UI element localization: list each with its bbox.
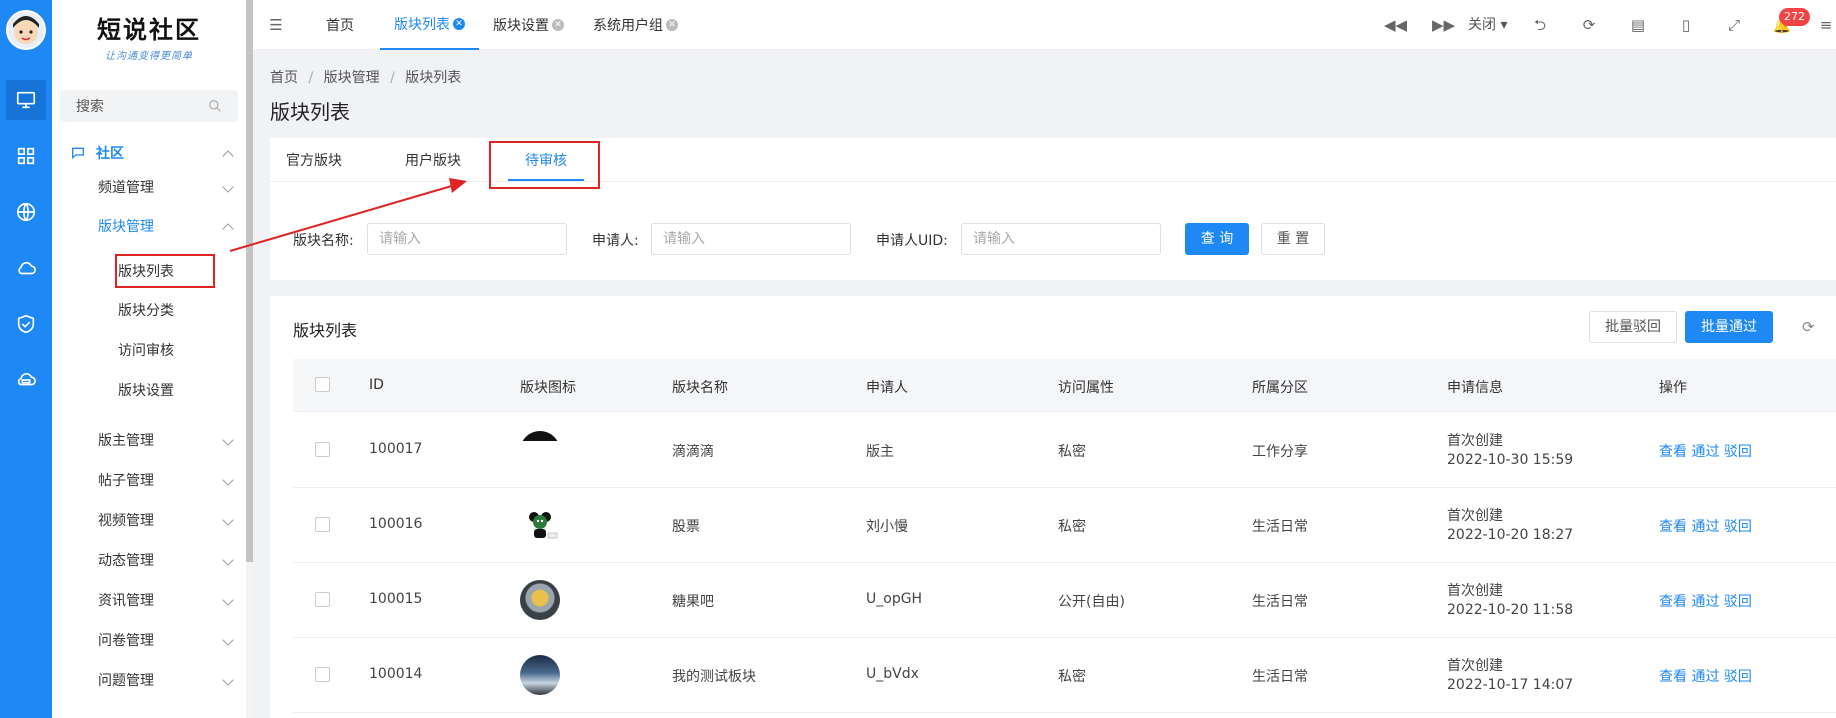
reject-link[interactable]: 驳回	[1724, 444, 1752, 460]
cell-info-label: 首次创建	[1447, 508, 1503, 524]
row-divider	[293, 562, 1836, 563]
cell-id: 100017	[369, 441, 423, 457]
col-id: ID	[369, 377, 384, 393]
view-link[interactable]: 查看	[1659, 594, 1687, 610]
cell-info-time: 2022-10-30 15:59	[1447, 452, 1574, 468]
row-checkbox[interactable]	[315, 517, 330, 532]
cell-name: 股票	[672, 519, 700, 535]
row-divider	[293, 712, 1836, 713]
cell-id: 100016	[369, 516, 423, 532]
cell-access: 私密	[1058, 669, 1086, 685]
cell-id: 100014	[369, 666, 423, 682]
cell-access: 公开(自由)	[1058, 594, 1125, 610]
refresh-icon[interactable]: ⟳	[1802, 318, 1815, 336]
cell-zone: 生活日常	[1252, 594, 1308, 610]
row-ops: 查看 通过 驳回	[1659, 516, 1752, 536]
cell-name: 糖果吧	[672, 594, 714, 610]
cell-applicant: U_opGH	[866, 591, 923, 607]
section-icon	[520, 431, 560, 441]
batch-reject-button[interactable]: 批量驳回	[1589, 311, 1677, 343]
row-ops: 查看 通过 驳回	[1659, 591, 1752, 611]
cell-applicant: 版主	[866, 444, 894, 460]
view-link[interactable]: 查看	[1659, 519, 1687, 535]
row-ops: 查看 通过 驳回	[1659, 441, 1752, 461]
cell-info-label: 首次创建	[1447, 433, 1503, 449]
section-icon	[520, 580, 560, 620]
col-info: 申请信息	[1447, 380, 1503, 396]
pass-link[interactable]: 通过	[1691, 519, 1719, 535]
cell-applicant: U_bVdx	[866, 666, 919, 682]
row-divider	[293, 637, 1836, 638]
col-icon: 版块图标	[520, 380, 576, 396]
row-ops: 查看 通过 驳回	[1659, 666, 1752, 686]
section-icon	[520, 505, 560, 545]
cell-info-label: 首次创建	[1447, 658, 1503, 674]
pass-link[interactable]: 通过	[1691, 594, 1719, 610]
cell-access: 私密	[1058, 444, 1086, 460]
row-checkbox[interactable]	[315, 592, 330, 607]
col-zone: 所属分区	[1252, 380, 1308, 396]
cell-zone: 生活日常	[1252, 669, 1308, 685]
pass-link[interactable]: 通过	[1691, 669, 1719, 685]
reject-link[interactable]: 驳回	[1724, 669, 1752, 685]
select-all-checkbox[interactable]	[315, 377, 330, 392]
cell-access: 私密	[1058, 519, 1086, 535]
pass-link[interactable]: 通过	[1691, 444, 1719, 460]
cell-info-time: 2022-10-20 11:58	[1447, 602, 1574, 618]
cell-info-label: 首次创建	[1447, 583, 1503, 599]
section-icon	[520, 655, 560, 695]
cell-name: 我的测试板块	[672, 669, 756, 685]
cell-zone: 生活日常	[1252, 519, 1308, 535]
cell-name: 滴滴滴	[672, 444, 714, 460]
view-link[interactable]: 查看	[1659, 444, 1687, 460]
cell-id: 100015	[369, 591, 423, 607]
table-title: 版块列表	[293, 321, 358, 340]
view-link[interactable]: 查看	[1659, 669, 1687, 685]
batch-pass-button[interactable]: 批量通过	[1685, 311, 1773, 343]
cell-applicant: 刘小慢	[866, 519, 908, 535]
row-divider	[293, 487, 1836, 488]
col-ops: 操作	[1659, 380, 1687, 396]
cell-info-time: 2022-10-20 18:27	[1447, 527, 1574, 543]
row-checkbox[interactable]	[315, 442, 330, 457]
cell-info-time: 2022-10-17 14:07	[1447, 677, 1574, 693]
col-name: 版块名称	[672, 380, 728, 396]
cell-zone: 工作分享	[1252, 444, 1308, 460]
col-access: 访问属性	[1058, 380, 1114, 396]
reject-link[interactable]: 驳回	[1724, 519, 1752, 535]
row-checkbox[interactable]	[315, 667, 330, 682]
reject-link[interactable]: 驳回	[1724, 594, 1752, 610]
col-applicant: 申请人	[866, 380, 908, 396]
